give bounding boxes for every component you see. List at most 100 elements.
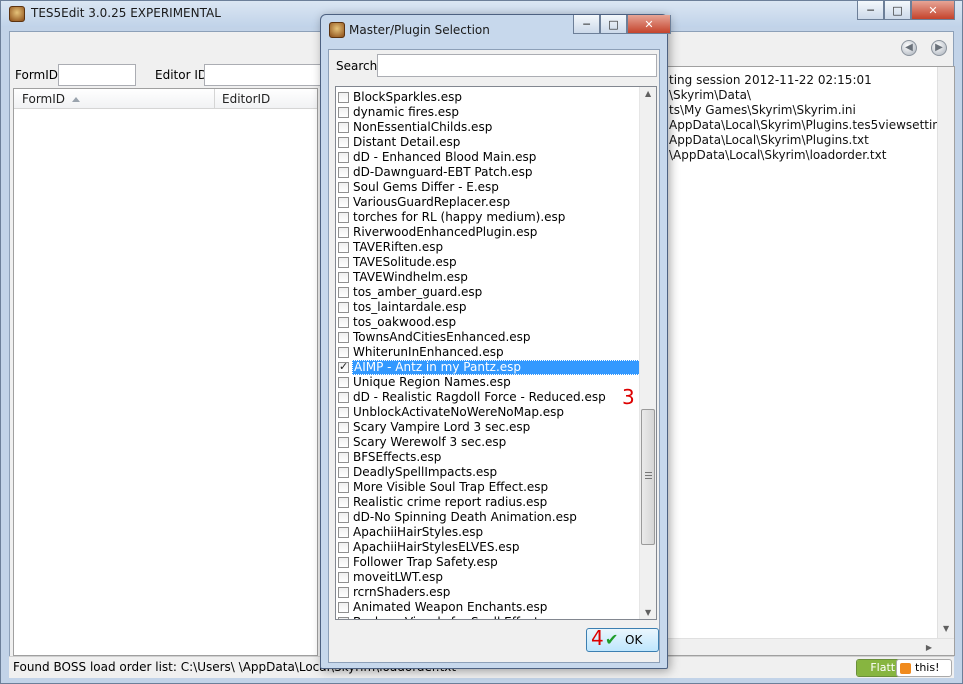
plugin-checkbox[interactable] [338,602,349,613]
plugin-checkbox[interactable] [338,107,349,118]
scroll-up-icon[interactable]: ▲ [645,89,651,98]
plugin-row[interactable]: dynamic fires.esp [336,105,641,120]
scrollbar-thumb[interactable] [641,409,655,545]
plugin-checkbox[interactable] [338,197,349,208]
plugin-row[interactable]: Bashers Visuals for Spell Effects.esp [336,615,641,619]
dialog-maximize-button[interactable]: □ [600,15,627,34]
plugin-row[interactable]: Distant Detail.esp [336,135,641,150]
plugin-row[interactable]: DeadlySpellImpacts.esp [336,465,641,480]
plugin-checkbox[interactable] [338,407,349,418]
plugin-list-scrollbar[interactable]: ▲ ▼ [639,87,656,619]
plugin-list[interactable]: Bashers Visuals for Spell Effects.espAni… [335,86,657,620]
plugin-row[interactable]: dD-No Spinning Death Animation.esp [336,510,641,525]
plugin-checkbox[interactable] [338,347,349,358]
plugin-row[interactable]: tos_laintardale.esp [336,300,641,315]
plugin-row[interactable]: Soul Gems Differ - E.esp [336,180,641,195]
plugin-row[interactable]: UnblockActivateNoWereNoMap.esp [336,405,641,420]
plugin-row[interactable]: torches for RL (happy medium).esp [336,210,641,225]
plugin-checkbox[interactable] [338,167,349,178]
plugin-checkbox[interactable] [338,437,349,448]
plugin-checkbox[interactable] [338,137,349,148]
plugin-checkbox[interactable] [338,302,349,313]
plugin-row[interactable]: tos_amber_guard.esp [336,285,641,300]
editorid-input[interactable] [204,64,324,86]
forward-arrow-icon[interactable]: ▶ [931,40,947,56]
record-list[interactable]: FormID EditorID [13,88,318,656]
plugin-row[interactable]: BlockSparkles.esp [336,90,641,105]
scroll-right-icon[interactable]: ▶ [926,643,932,652]
close-button[interactable]: ✕ [911,1,955,20]
plugin-row[interactable]: Realistic crime report radius.esp [336,495,641,510]
plugin-checkbox[interactable] [338,317,349,328]
plugin-row[interactable]: More Visible Soul Trap Effect.esp [336,480,641,495]
plugin-row[interactable]: WhiterunInEnhanced.esp [336,345,641,360]
column-header-formid[interactable]: FormID [22,92,65,106]
log-vertical-scrollbar[interactable]: ▼ [937,67,954,655]
formid-input[interactable] [58,64,136,86]
plugin-row[interactable]: Animated Weapon Enchants.esp [336,600,641,615]
plugin-checkbox[interactable] [338,527,349,538]
plugin-row[interactable]: ApachiiHairStyles.esp [336,525,641,540]
plugin-checkbox[interactable] [338,212,349,223]
plugin-checkbox[interactable] [338,542,349,553]
plugin-row[interactable]: RiverwoodEnhancedPlugin.esp [336,225,641,240]
plugin-checkbox[interactable] [338,242,349,253]
plugin-checkbox[interactable] [338,512,349,523]
plugin-row[interactable]: AIMP - Antz in my Pantz.esp [336,360,641,375]
flattr-this-button[interactable]: this! [896,659,952,677]
plugin-row[interactable]: ApachiiHairStylesELVES.esp [336,540,641,555]
column-header-editorid[interactable]: EditorID [222,92,270,106]
plugin-row[interactable]: Scary Werewolf 3 sec.esp [336,435,641,450]
plugin-checkbox[interactable] [338,452,349,463]
plugin-row[interactable]: TAVESolitude.esp [336,255,641,270]
plugin-row[interactable]: BFSEffects.esp [336,450,641,465]
message-log[interactable]: ting session 2012-11-22 02:15:01 \Skyrim… [665,66,955,656]
plugin-checkbox[interactable] [338,272,349,283]
plugin-checkbox[interactable] [338,617,349,619]
scroll-down-icon[interactable]: ▼ [645,608,651,617]
plugin-row[interactable]: rcrnShaders.esp [336,585,641,600]
back-arrow-icon[interactable]: ◀ [901,40,917,56]
plugin-row[interactable]: TownsAndCitiesEnhanced.esp [336,330,641,345]
plugin-row[interactable]: TAVEWindhelm.esp [336,270,641,285]
annotation-number-3: 3 [622,385,635,409]
search-input[interactable] [377,54,657,77]
plugin-row[interactable]: dD-Dawnguard-EBT Patch.esp [336,165,641,180]
plugin-checkbox[interactable] [338,92,349,103]
plugin-row[interactable]: Scary Vampire Lord 3 sec.esp [336,420,641,435]
plugin-row[interactable]: NonEssentialChilds.esp [336,120,641,135]
plugin-checkbox[interactable] [338,587,349,598]
plugin-checkbox[interactable] [338,332,349,343]
plugin-checkbox[interactable] [338,287,349,298]
minimize-button[interactable]: ─ [857,1,884,20]
plugin-row[interactable]: dD - Enhanced Blood Main.esp [336,150,641,165]
plugin-row[interactable]: tos_oakwood.esp [336,315,641,330]
plugin-checkbox[interactable] [338,377,349,388]
plugin-checkbox[interactable] [338,557,349,568]
plugin-checkbox[interactable] [338,572,349,583]
plugin-row[interactable]: dD - Realistic Ragdoll Force - Reduced.e… [336,390,641,405]
plugin-checkbox[interactable] [338,422,349,433]
plugin-checkbox[interactable] [338,227,349,238]
dialog-close-button[interactable]: ✕ [627,15,671,34]
plugin-row[interactable]: VariousGuardReplacer.esp [336,195,641,210]
plugin-checkbox[interactable] [338,257,349,268]
plugin-checkbox[interactable] [338,392,349,403]
scroll-down-icon[interactable]: ▼ [943,624,949,633]
plugin-checkbox[interactable] [338,122,349,133]
ok-button[interactable]: 4 ✔ OK [586,626,659,652]
plugin-row[interactable]: Follower Trap Safety.esp [336,555,641,570]
plugin-checkbox[interactable] [338,497,349,508]
plugin-checkbox[interactable] [338,467,349,478]
plugin-row[interactable]: Unique Region Names.esp [336,375,641,390]
plugin-row[interactable]: TAVERiften.esp [336,240,641,255]
plugin-row[interactable]: moveitLWT.esp [336,570,641,585]
maximize-button[interactable]: □ [884,1,911,20]
plugin-checkbox[interactable] [338,182,349,193]
dialog-minimize-button[interactable]: ─ [573,15,600,34]
plugin-checkbox[interactable] [338,360,349,373]
log-horizontal-scrollbar[interactable]: ▶ [666,638,954,655]
plugin-checkbox[interactable] [338,152,349,163]
dialog-title-bar[interactable]: Master/Plugin Selection ─ □ ✕ [321,15,671,43]
plugin-checkbox[interactable] [338,482,349,493]
